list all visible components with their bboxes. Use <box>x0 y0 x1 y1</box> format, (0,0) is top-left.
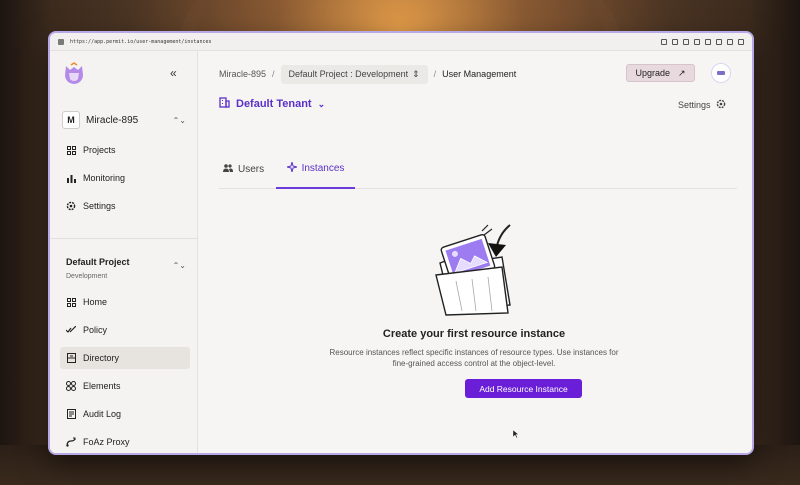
gear-icon[interactable] <box>716 38 722 45</box>
sidebar-item-policy[interactable]: Policy <box>60 319 190 341</box>
org-badge: M <box>62 111 80 129</box>
url-text[interactable]: https://app.permit.io/user-management/in… <box>70 39 655 45</box>
sidebar-item-foaz-proxy[interactable]: FoAz Proxy <box>60 431 190 453</box>
sidebar-item-settings[interactable]: Settings <box>60 195 190 217</box>
bar-chart-icon <box>66 173 76 183</box>
sidebar-item-home[interactable]: Home <box>60 291 190 313</box>
clock-icon[interactable] <box>738 38 744 45</box>
code-icon[interactable] <box>727 38 733 45</box>
gear-icon <box>716 99 726 111</box>
elements-icon <box>66 381 76 391</box>
chevron-up-down-icon: ⇕ <box>412 68 420 79</box>
chevron-up-down-icon: ⌃⌄ <box>172 261 186 270</box>
add-resource-instance-button[interactable]: Add Resource Instance <box>465 379 582 398</box>
collapse-sidebar-icon[interactable]: « <box>170 66 177 80</box>
tab-label: Instances <box>301 162 345 174</box>
breadcrumb: Miracle-895 / Default Project : Developm… <box>219 64 517 84</box>
tenant-settings-button[interactable]: Settings <box>678 99 726 111</box>
arrow-up-right-icon: ↗ <box>677 67 686 78</box>
empty-state-description: Resource instances reflect specific inst… <box>329 348 619 368</box>
building-icon <box>219 97 230 111</box>
empty-state-title: Create your first resource instance <box>382 328 566 340</box>
sidebar-item-label: FoAz Proxy <box>83 437 130 447</box>
sidebar-item-audit-log[interactable]: Audit Log <box>60 403 190 425</box>
project-name: Default Project <box>66 257 130 267</box>
sidebar-item-label: Audit Log <box>83 409 122 419</box>
background-right <box>748 0 800 485</box>
browser-toolbar <box>661 38 744 45</box>
policy-icon <box>66 325 76 335</box>
project-env: Development <box>66 273 108 280</box>
sidebar-item-monitoring[interactable]: Monitoring <box>60 167 190 189</box>
sidebar-item-projects[interactable]: Projects <box>60 139 190 161</box>
tab-bar: Users Instances <box>219 149 737 189</box>
upgrade-label: Upgrade <box>635 68 670 78</box>
sidebar-item-directory[interactable]: Directory <box>60 347 190 369</box>
tab-label: Users <box>238 163 265 175</box>
empty-folder-illustration <box>435 224 511 316</box>
link-icon[interactable] <box>661 38 667 45</box>
breadcrumb-org[interactable]: Miracle-895 <box>219 69 266 79</box>
camera-icon[interactable] <box>683 38 689 45</box>
sidebar-divider <box>50 238 198 239</box>
sidebar-item-label: Elements <box>83 381 121 391</box>
sidebar-item-label: Monitoring <box>83 173 126 183</box>
tab-users[interactable]: Users <box>223 149 273 189</box>
tab-instances[interactable]: Instances <box>276 149 355 189</box>
settings-label: Settings <box>678 100 711 110</box>
org-name: Miracle-895 <box>86 114 139 126</box>
grid-icon <box>66 145 76 155</box>
sidebar-item-label: Directory <box>83 353 120 363</box>
address-bar[interactable]: https://app.permit.io/user-management/in… <box>50 33 752 51</box>
background-left <box>0 0 52 485</box>
proxy-icon <box>66 437 76 447</box>
breadcrumb-project-env: Default Project : Development <box>288 69 409 79</box>
lock-icon <box>58 38 64 45</box>
sidebar-item-label: Home <box>83 297 108 307</box>
mail-icon[interactable] <box>694 38 700 45</box>
upgrade-button[interactable]: Upgrade ↗ <box>626 64 695 82</box>
target-icon[interactable] <box>705 38 711 45</box>
breadcrumb-current: User Management <box>442 69 517 79</box>
directory-icon <box>66 353 76 363</box>
audit-log-icon <box>66 409 76 419</box>
tenant-name: Default Tenant <box>236 98 312 110</box>
gear-icon <box>66 201 76 211</box>
project-selector[interactable]: Default Project Development ⌃⌄ <box>66 257 186 280</box>
mouse-cursor-icon <box>513 430 519 438</box>
sparkle-icon <box>286 161 297 175</box>
sidebar: « M Miracle-895 ⌃⌄ Projects Monitoring S… <box>50 51 198 453</box>
sidebar-item-label: Settings <box>83 201 116 211</box>
screen-icon[interactable] <box>672 38 678 45</box>
browser-window: https://app.permit.io/user-management/in… <box>50 33 752 453</box>
permit-logo-icon[interactable] <box>62 61 86 85</box>
chevron-down-icon: ⌄ <box>317 98 326 109</box>
tenant-selector[interactable]: Default Tenant ⌄ <box>219 97 325 111</box>
org-selector[interactable]: M Miracle-895 ⌃⌄ <box>62 109 186 131</box>
sidebar-item-elements[interactable]: Elements <box>60 375 190 397</box>
avatar[interactable] <box>711 63 731 83</box>
breadcrumb-project-selector[interactable]: Default Project : Development ⇕ <box>280 64 428 84</box>
chevron-up-down-icon: ⌃⌄ <box>172 115 186 125</box>
main-content: Miracle-895 / Default Project : Developm… <box>199 51 752 453</box>
home-icon <box>66 297 76 307</box>
users-icon <box>223 163 233 175</box>
sidebar-item-label: Policy <box>83 325 108 335</box>
sidebar-item-label: Projects <box>83 145 116 155</box>
